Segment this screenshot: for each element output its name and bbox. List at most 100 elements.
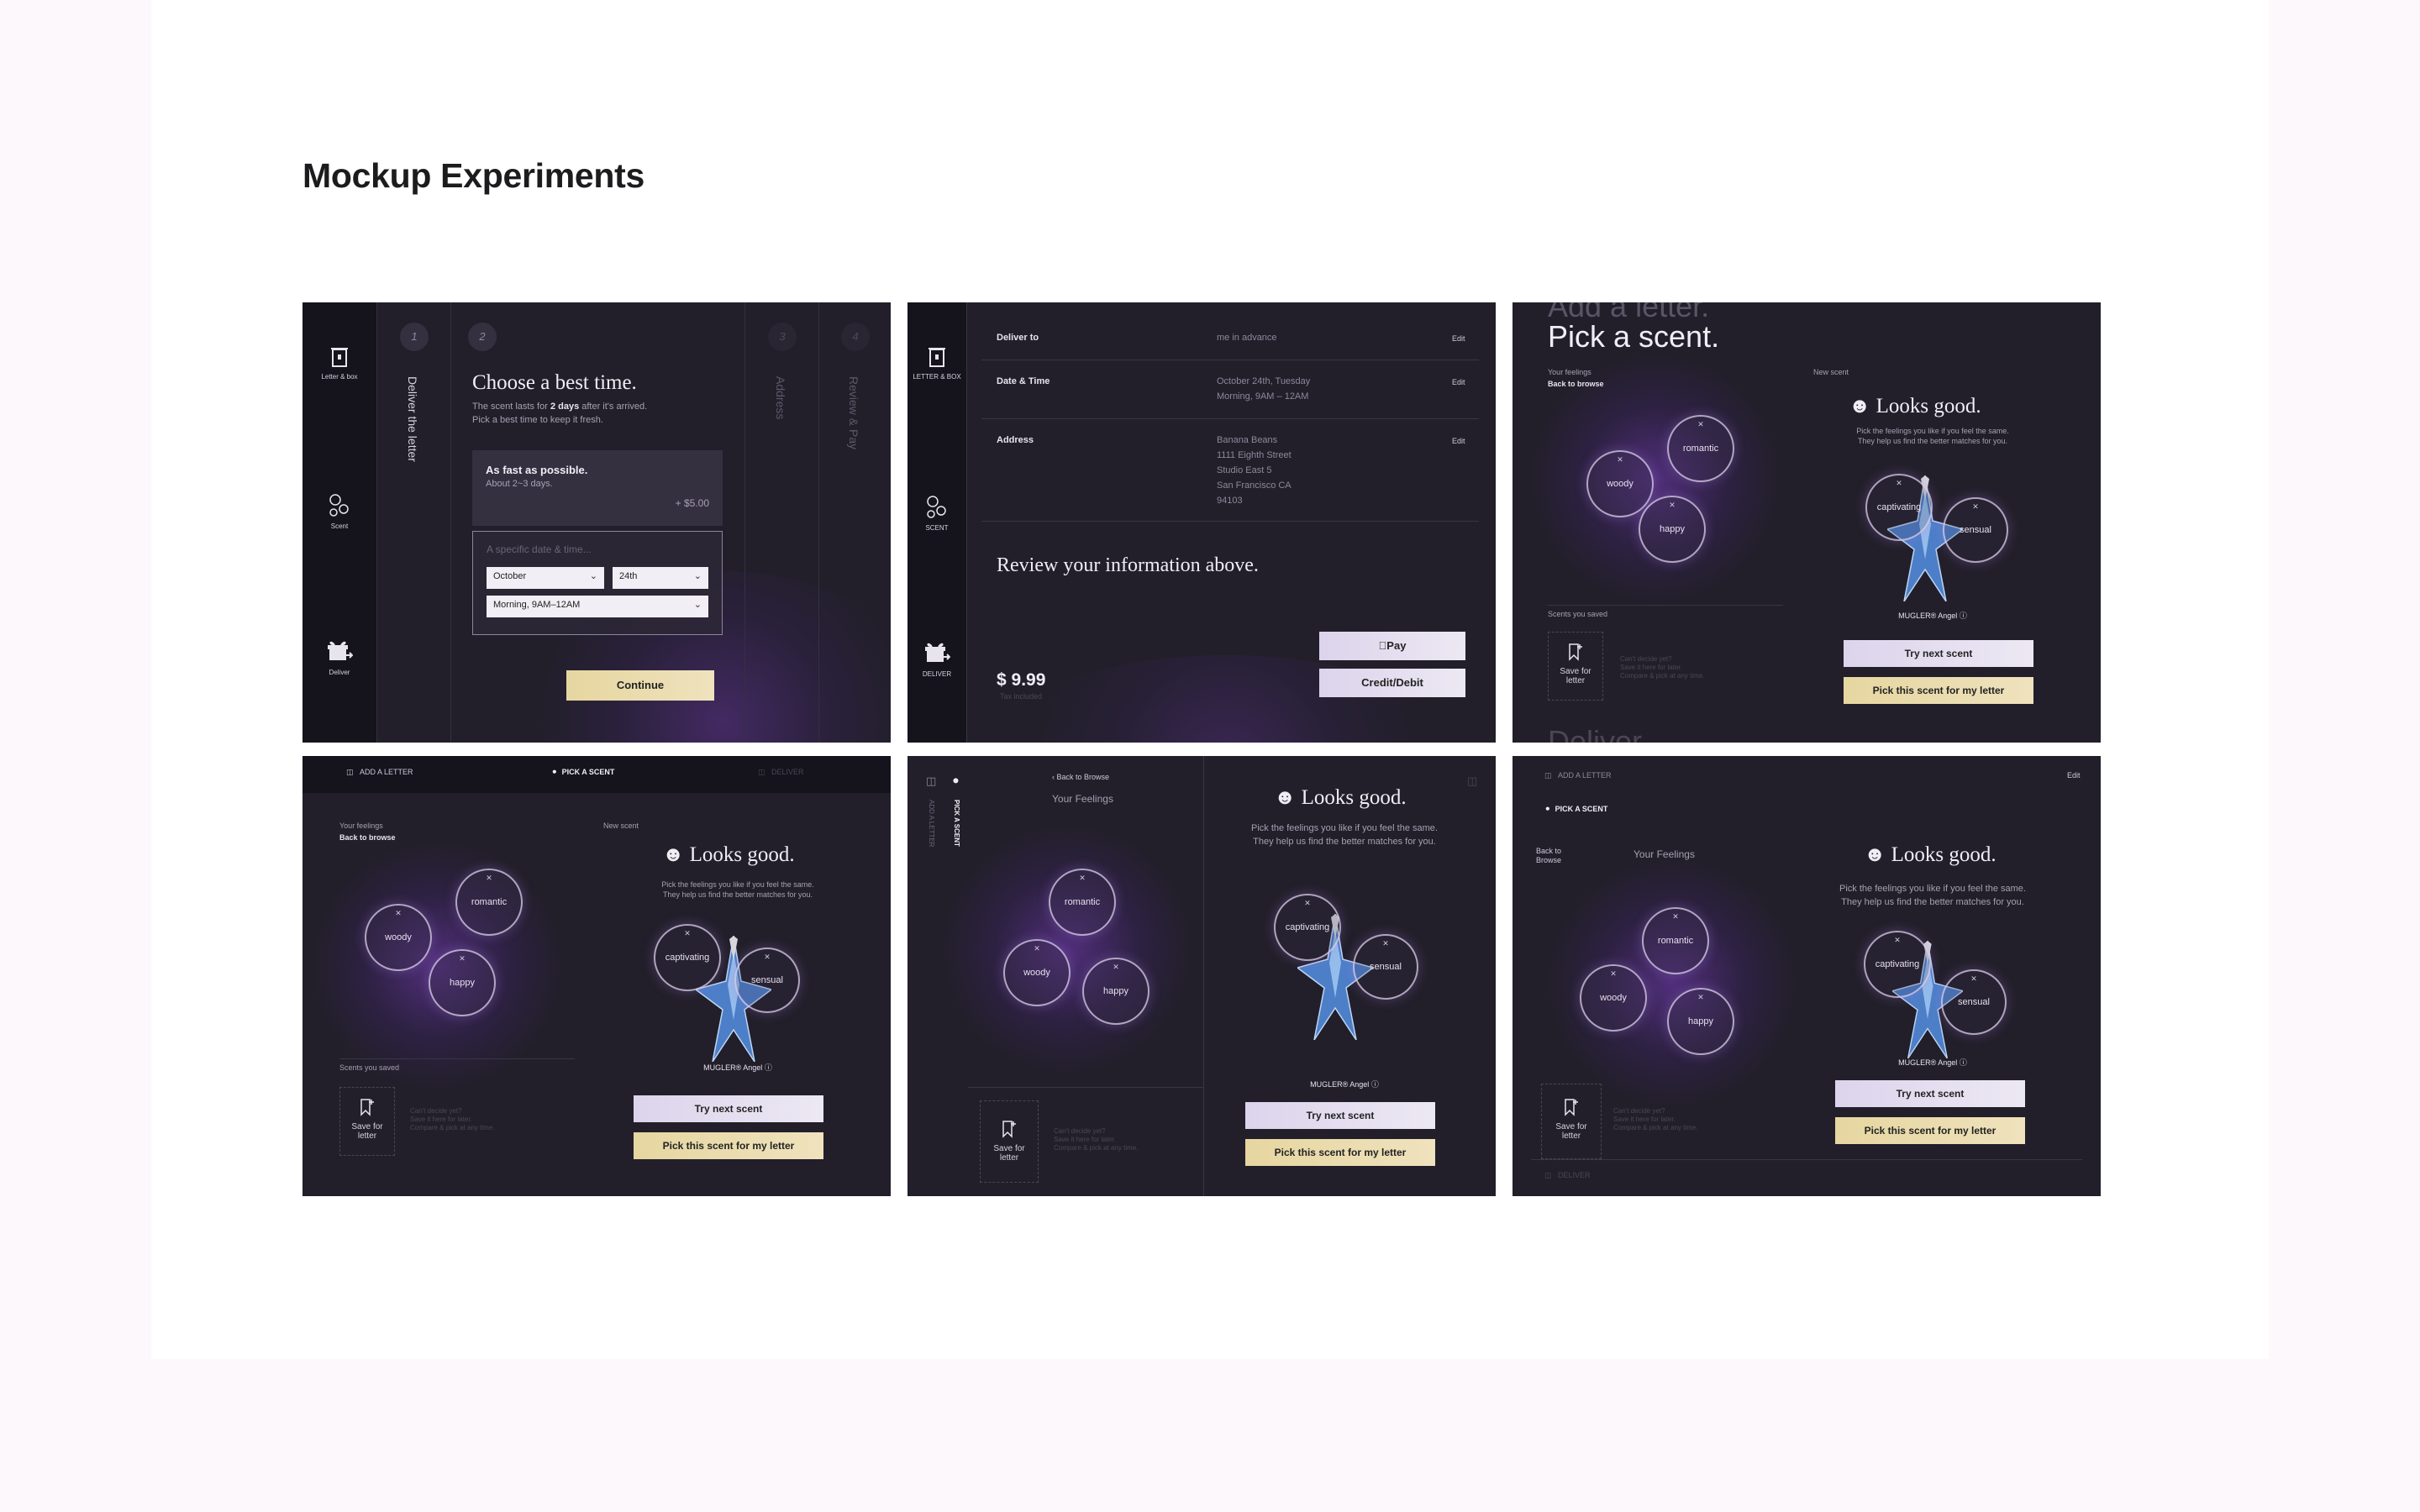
nav-item-deliver[interactable]: ◫ DELIVER xyxy=(758,768,804,777)
feeling-bubble-sensual[interactable]: ✕ sensual xyxy=(734,948,800,1013)
edit-link[interactable]: Edit xyxy=(1452,334,1465,343)
day-select[interactable]: 24th ⌄ xyxy=(613,567,708,589)
save-for-letter-slot[interactable]: Save for letter xyxy=(1548,632,1603,701)
feeling-bubble-romantic[interactable]: ✕ romantic xyxy=(455,869,523,936)
info-icon[interactable]: ⓘ xyxy=(1960,1058,1967,1067)
smile-icon: ☻ xyxy=(1849,395,1871,417)
info-icon[interactable]: ⓘ xyxy=(765,1063,772,1072)
feeling-bubble-romantic[interactable]: ✕ romantic xyxy=(1049,869,1116,936)
scent-icon xyxy=(927,496,946,518)
feeling-bubble-happy[interactable]: ✕ happy xyxy=(1639,496,1706,563)
pick-scent-button[interactable]: Pick this scent for my letter xyxy=(634,1132,823,1159)
bookmark-add-icon xyxy=(1569,643,1582,661)
pick-scent-button[interactable]: Pick this scent for my letter xyxy=(1245,1139,1435,1166)
try-next-scent-button[interactable]: Try next scent xyxy=(1835,1080,2025,1107)
back-to-browse-link[interactable]: Back to browse xyxy=(339,833,396,842)
remove-icon[interactable]: ✕ xyxy=(1382,939,1389,948)
remove-icon[interactable]: ✕ xyxy=(1304,899,1311,908)
feeling-bubble-happy[interactable]: ✕ happy xyxy=(1667,988,1734,1055)
pick-scent-button[interactable]: Pick this scent for my letter xyxy=(1835,1117,2025,1144)
remove-icon[interactable]: ✕ xyxy=(1113,963,1119,972)
edit-link[interactable]: Edit xyxy=(1452,378,1465,386)
rail-label-scent[interactable]: PICK A SCENT xyxy=(953,800,960,847)
remove-icon[interactable]: ✕ xyxy=(684,929,691,938)
feeling-bubble-sensual[interactable]: ✕ sensual xyxy=(1941,969,2007,1035)
remove-icon[interactable]: ✕ xyxy=(1970,974,1977,984)
month-select[interactable]: October ⌄ xyxy=(487,567,604,589)
feeling-bubble-happy[interactable]: ✕ happy xyxy=(1082,958,1150,1025)
time-slot-select[interactable]: Morning, 9AM–12AM ⌄ xyxy=(487,596,708,617)
info-icon[interactable]: ⓘ xyxy=(1960,612,1967,620)
try-next-scent-button[interactable]: Try next scent xyxy=(634,1095,823,1122)
apple-pay-button[interactable]: Pay xyxy=(1319,632,1465,660)
save-for-letter-slot[interactable]: Save for letter xyxy=(980,1100,1039,1183)
feeling-bubble-woody[interactable]: ✕ woody xyxy=(1003,939,1071,1006)
mockup-pick-scent-accordion: ◫ ADD A LETTER Edit ⚫ PICK A SCENT Back … xyxy=(1512,756,2101,1196)
remove-icon[interactable]: ✕ xyxy=(1972,502,1979,512)
remove-icon[interactable]: ✕ xyxy=(1079,874,1086,883)
remove-icon[interactable]: ✕ xyxy=(459,954,466,963)
remove-icon[interactable]: ✕ xyxy=(1669,501,1676,510)
edit-link[interactable]: Edit xyxy=(1452,437,1465,445)
feeling-bubble-happy[interactable]: ✕ happy xyxy=(429,949,496,1016)
remove-icon[interactable]: ✕ xyxy=(486,874,492,883)
rail-item-scent[interactable]: Scent xyxy=(302,492,376,530)
feeling-bubble-captivating[interactable]: ✕ captivating xyxy=(1864,931,1931,998)
gift-icon[interactable]: ◫ xyxy=(1467,774,1477,788)
step-scent[interactable]: ⚫ PICK A SCENT xyxy=(1544,805,1607,814)
remove-icon[interactable]: ✕ xyxy=(1610,969,1617,979)
option-fast[interactable]: As fast as possible. About 2~3 days. + $… xyxy=(472,450,723,526)
remove-icon[interactable]: ✕ xyxy=(1697,420,1704,429)
remove-icon[interactable]: ✕ xyxy=(1896,479,1902,488)
step-1-column[interactable]: 1 Deliver the letter xyxy=(376,302,450,743)
try-next-scent-button[interactable]: Try next scent xyxy=(1844,640,2033,667)
option-specific[interactable]: A specific date & time... October ⌄ 24th ⌄… xyxy=(472,531,723,635)
nav-item-scent[interactable]: ⚫ PICK A SCENT xyxy=(551,768,614,777)
pick-scent-button[interactable]: Pick this scent for my letter xyxy=(1844,677,2033,704)
rail-item-scent[interactable]: SCENT xyxy=(908,494,966,532)
feeling-bubble-sensual[interactable]: ✕ sensual xyxy=(1353,934,1418,1000)
feeling-bubble-romantic[interactable]: ✕ romantic xyxy=(1642,907,1709,974)
feeling-bubble-captivating[interactable]: ✕ captivating xyxy=(1274,894,1341,961)
step-letter[interactable]: ◫ ADD A LETTER xyxy=(1544,771,1612,780)
card-pay-button[interactable]: Credit/Debit xyxy=(1319,669,1465,697)
edit-link[interactable]: Edit xyxy=(2067,771,2081,780)
rail-item-deliver[interactable]: DELIVER xyxy=(908,640,966,678)
scent-icon[interactable]: ⚫ xyxy=(951,774,960,788)
remove-icon[interactable]: ✕ xyxy=(1894,936,1901,945)
info-icon[interactable]: ⓘ xyxy=(1371,1080,1379,1089)
feeling-bubble-captivating[interactable]: ✕ captivating xyxy=(1865,474,1933,541)
rail-item-letter[interactable]: LETTER & BOX xyxy=(908,346,966,381)
feeling-bubble-woody[interactable]: ✕ woody xyxy=(1580,964,1647,1032)
remove-icon[interactable]: ✕ xyxy=(1617,455,1623,465)
step-4-column[interactable]: 4 Review & Pay xyxy=(818,302,891,743)
back-to-browse-link[interactable]: Back to Browse xyxy=(1536,847,1578,865)
feeling-bubble-woody[interactable]: ✕ woody xyxy=(1586,450,1654,517)
ghost-heading-deliver[interactable]: Deliver xyxy=(1548,724,1642,743)
letter-box-icon[interactable]: ◫ xyxy=(926,774,936,788)
feeling-bubble-sensual[interactable]: ✕ sensual xyxy=(1943,497,2008,563)
mockup-choose-time: Letter & box Scent Deliver 1 Deliver the… xyxy=(302,302,891,743)
back-to-browse-link[interactable]: ‹ Back to Browse xyxy=(1052,773,1109,781)
rail-label-letter[interactable]: ADD A LETTER xyxy=(928,800,935,847)
remove-icon[interactable]: ✕ xyxy=(764,953,771,962)
step-3-column[interactable]: 3 Address xyxy=(744,302,818,743)
feeling-bubble-romantic[interactable]: ✕ romantic xyxy=(1667,415,1734,482)
save-for-letter-slot[interactable]: Save for letter xyxy=(339,1087,395,1156)
remove-icon[interactable]: ✕ xyxy=(1672,912,1679,921)
feeling-bubble-woody[interactable]: ✕ woody xyxy=(365,904,432,971)
rail-item-letter[interactable]: Letter & box xyxy=(302,346,376,381)
remove-icon[interactable]: ✕ xyxy=(1697,993,1704,1002)
back-to-browse-link[interactable]: Back to browse xyxy=(1548,380,1604,388)
rail-item-deliver[interactable]: Deliver xyxy=(302,638,376,676)
save-for-letter-slot[interactable]: Save for letter xyxy=(1541,1084,1602,1159)
step-deliver[interactable]: ◫ DELIVER xyxy=(1544,1171,1591,1180)
nav-item-letter[interactable]: ◫ ADD A LETTER xyxy=(346,768,413,777)
step-number: 1 xyxy=(400,323,429,351)
feeling-bubble-captivating[interactable]: ✕ captivating xyxy=(654,924,721,991)
continue-button[interactable]: Continue xyxy=(566,670,714,701)
remove-icon[interactable]: ✕ xyxy=(1034,944,1040,953)
try-next-scent-button[interactable]: Try next scent xyxy=(1245,1102,1435,1129)
smile-icon: ☻ xyxy=(1864,843,1886,866)
remove-icon[interactable]: ✕ xyxy=(395,909,402,918)
